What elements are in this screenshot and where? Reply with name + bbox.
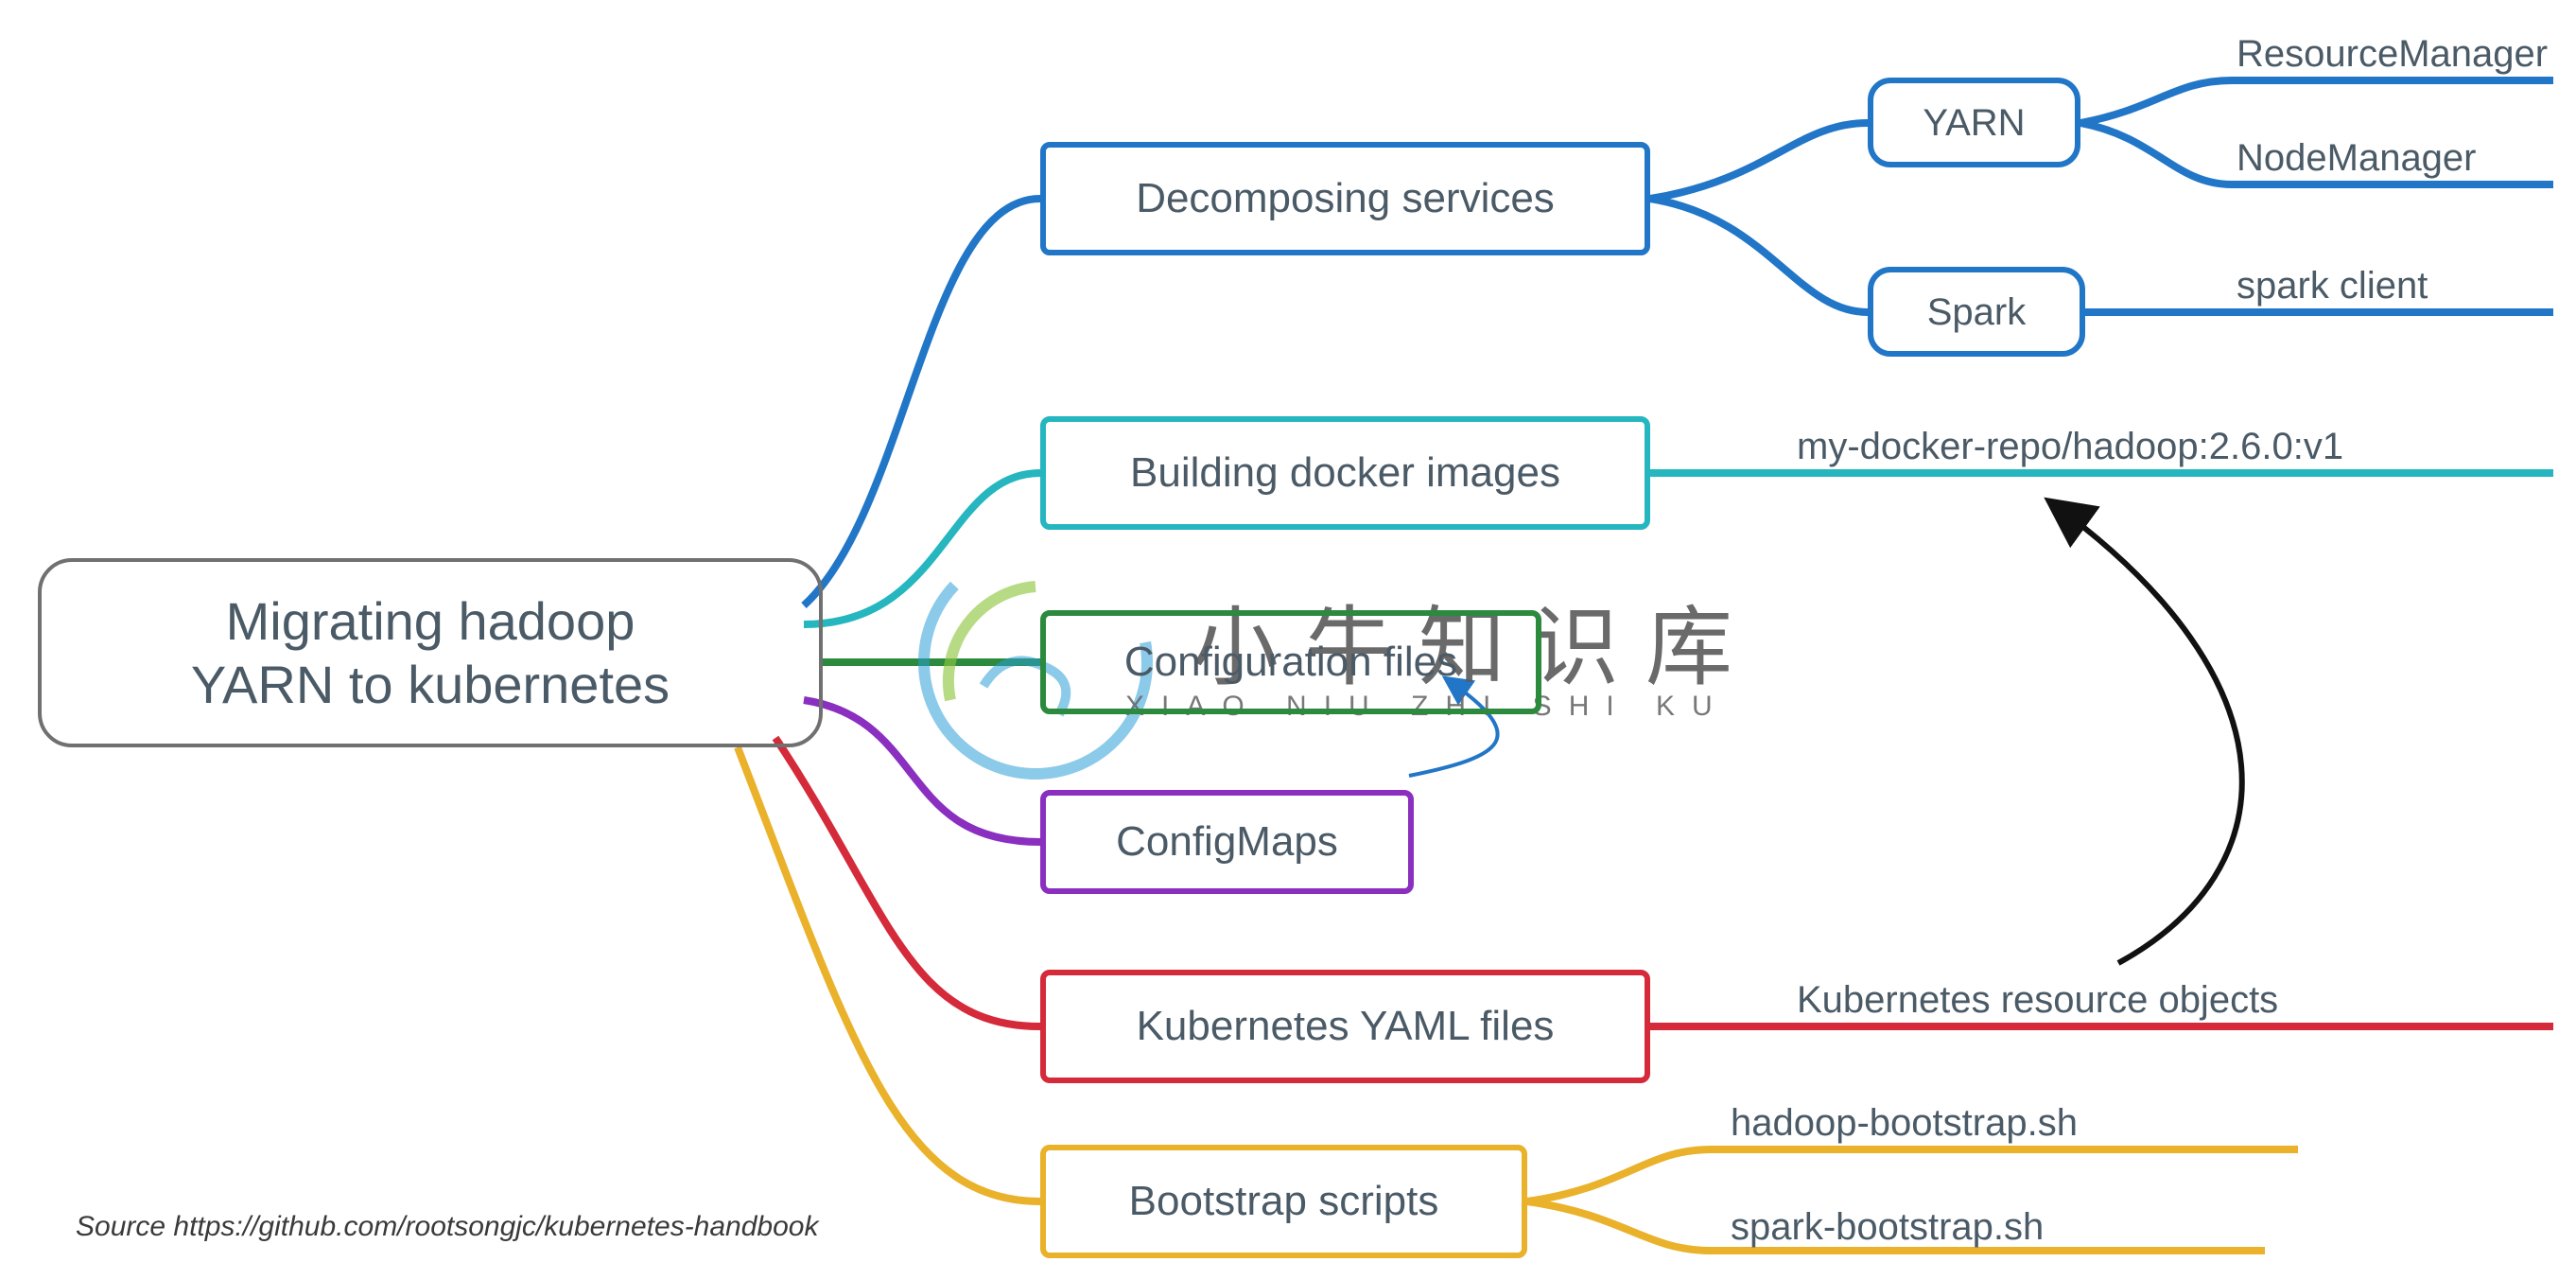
branch-configmaps: ConfigMaps: [1040, 790, 1414, 894]
branch-label: Configuration files: [1124, 638, 1457, 688]
branch-label: Building docker images: [1130, 448, 1560, 499]
root-line2: YARN to kubernetes: [191, 653, 670, 716]
branch-label: Kubernetes YAML files: [1137, 1002, 1555, 1052]
source-caption: Source https://github.com/rootsongjc/kub…: [76, 1211, 818, 1243]
leaf-node-manager: NodeManager: [2237, 137, 2477, 180]
branch-label: ConfigMaps: [1116, 817, 1338, 868]
sub-spark: Spark: [1868, 267, 2085, 357]
sub-label: YARN: [1923, 100, 2025, 146]
branch-docker: Building docker images: [1040, 416, 1650, 530]
root-line1: Migrating hadoop: [191, 589, 670, 653]
leaf-hadoop-sh: hadoop-bootstrap.sh: [1731, 1102, 2078, 1145]
sub-label: Spark: [1927, 289, 2027, 335]
root-node: Migrating hadoop YARN to kubernetes: [38, 558, 823, 747]
branch-decomposing: Decomposing services: [1040, 142, 1650, 255]
branch-label: Bootstrap scripts: [1129, 1177, 1439, 1227]
branch-config: Configuration files: [1040, 610, 1541, 714]
branch-yaml: Kubernetes YAML files: [1040, 970, 1650, 1083]
branch-bootstrap: Bootstrap scripts: [1040, 1145, 1527, 1258]
leaf-spark-sh: spark-bootstrap.sh: [1731, 1206, 2044, 1249]
leaf-spark-client: spark client: [2237, 265, 2428, 307]
sub-yarn: YARN: [1868, 78, 2080, 167]
leaf-resource-manager: ResourceManager: [2237, 33, 2548, 76]
leaf-k8s-objects: Kubernetes resource objects: [1797, 979, 2278, 1022]
branch-label: Decomposing services: [1136, 174, 1555, 224]
leaf-docker-image: my-docker-repo/hadoop:2.6.0:v1: [1797, 426, 2343, 468]
